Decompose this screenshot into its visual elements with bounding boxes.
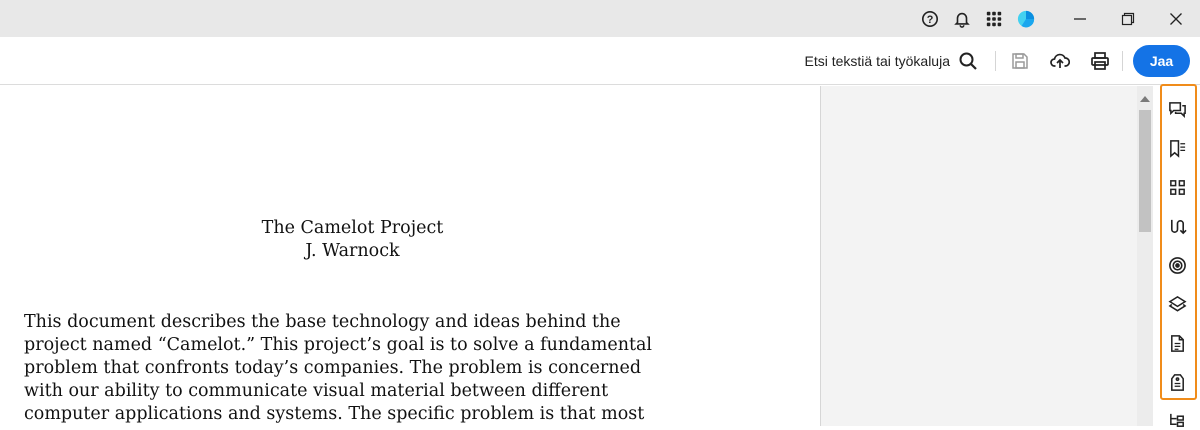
print-icon[interactable] [1088,49,1112,73]
accessibility-tag-icon[interactable] [1167,372,1187,392]
paragraph-line: This document describes the base technol… [24,312,621,332]
document-page: The Camelot Project J. Warnock This docu… [0,86,820,426]
paragraph-line: problem that confronts today’s companies… [24,358,642,378]
search-tools-label[interactable]: Etsi tekstiä tai työkaluja [804,53,950,69]
restore-button[interactable] [1104,0,1152,37]
canvas-background [820,86,1137,426]
main-toolbar: Etsi tekstiä tai työkaluja [0,37,1200,85]
layers-icon[interactable] [1167,294,1187,314]
toolbar-divider [995,51,996,71]
search-icon[interactable] [956,49,980,73]
minimize-button[interactable] [1056,0,1104,37]
cloud-upload-icon[interactable] [1048,49,1072,73]
profile-avatar[interactable] [1016,9,1036,29]
bookmark-icon[interactable] [1167,138,1187,158]
thumbnails-icon[interactable] [1167,177,1187,197]
paragraph-line: project named “Camelot.” This project’s … [24,335,653,355]
close-button[interactable] [1152,0,1200,37]
document-paragraph: This document describes the base technol… [24,311,714,426]
fill-sign-icon[interactable] [1167,255,1187,275]
vertical-scrollbar[interactable] [1137,86,1153,426]
paragraph-line: computer applications and systems. The s… [24,404,645,424]
comment-icon[interactable] [1167,99,1187,119]
bell-icon[interactable] [952,9,972,29]
window-titlebar: ? [0,0,1200,37]
paragraph-line: with our ability to communicate visual m… [24,381,609,401]
svg-text:?: ? [927,14,934,26]
scroll-up-arrow-icon[interactable] [1140,96,1150,102]
share-button[interactable]: Jaa [1133,45,1190,77]
document-author: J. Warnock [305,241,400,261]
save-icon[interactable] [1008,49,1032,73]
help-icon[interactable]: ? [920,9,940,29]
compare-icon[interactable] [1167,216,1187,236]
scroll-thumb[interactable] [1139,110,1151,232]
document-title: The Camelot Project [261,218,444,238]
hierarchy-icon[interactable] [1167,410,1187,430]
apps-grid-icon[interactable] [984,9,1004,29]
toolbar-divider [1122,51,1123,71]
document-icon[interactable] [1167,333,1187,353]
